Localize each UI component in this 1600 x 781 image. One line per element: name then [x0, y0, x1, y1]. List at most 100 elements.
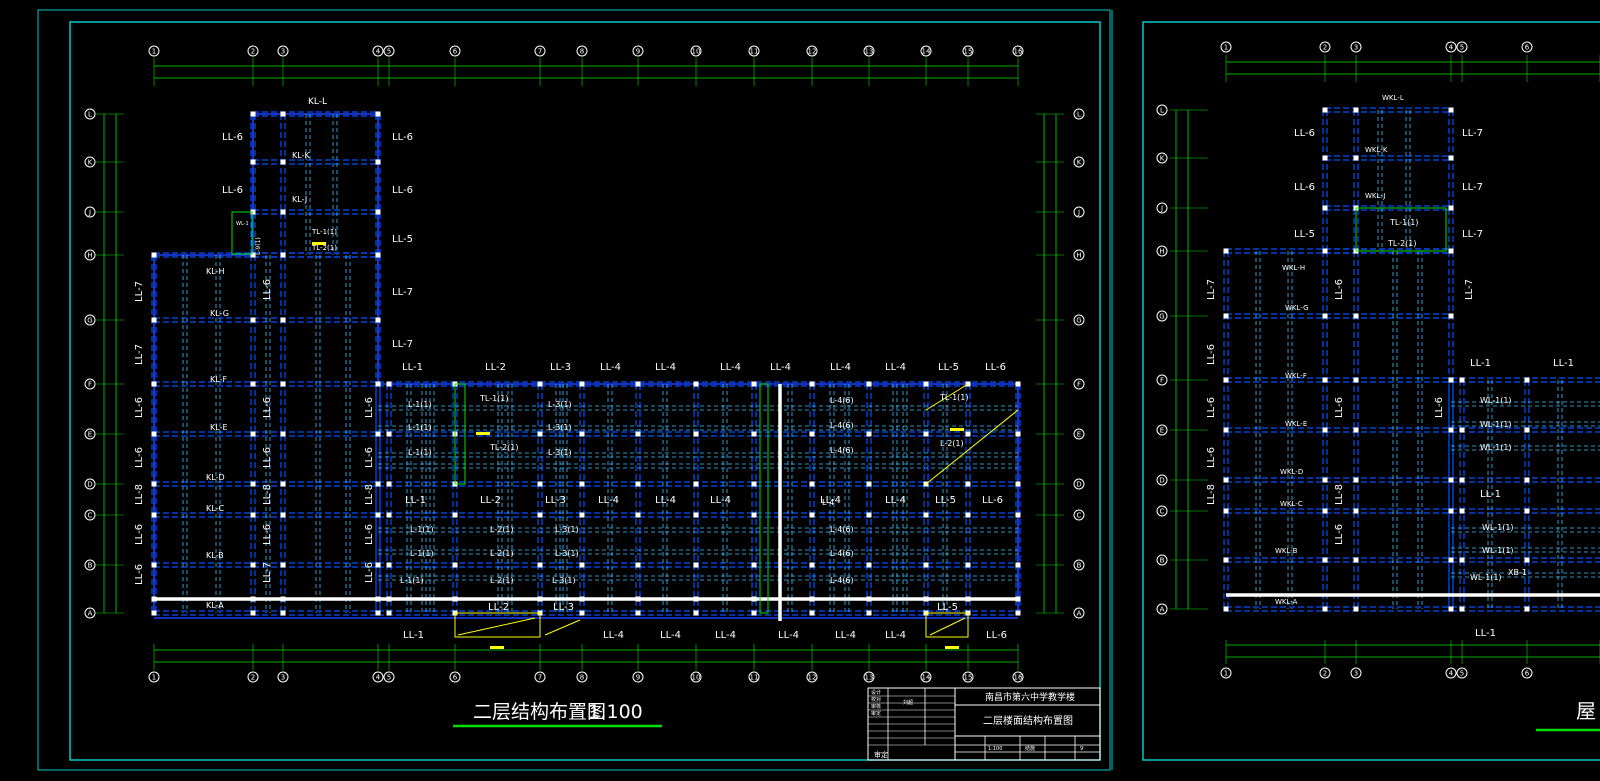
ll-side-label: LL-7: [262, 562, 273, 583]
ll-bottom-label: LL-3: [553, 602, 574, 613]
column: [386, 562, 392, 568]
beam-label: L-1(1): [408, 423, 432, 432]
ll-label: LL-6: [1206, 397, 1217, 418]
ll-top-label: LL-2: [485, 362, 506, 373]
column: [1223, 606, 1229, 612]
axis-bubble-bottom-label: 13: [865, 674, 874, 682]
column: [693, 596, 699, 602]
wkl-label: WKL-H: [1282, 264, 1305, 272]
axis-bubble-bottom-label: 14: [922, 674, 931, 682]
column: [635, 610, 641, 616]
column: [923, 562, 929, 568]
axis-bubble-bottom-label: 5: [1460, 670, 1464, 678]
ll-side-label: LL-6: [392, 132, 413, 143]
column: [635, 512, 641, 518]
column: [1448, 107, 1454, 113]
ll-side-label: LL-6: [134, 524, 145, 545]
beam-label: TL-2(1): [311, 244, 337, 252]
ll-label: LL-6: [1206, 447, 1217, 468]
ll-mid-label: LL-1: [405, 495, 426, 506]
axis-bubble-top-label: 12: [808, 48, 817, 56]
column: [280, 111, 286, 117]
column: [965, 512, 971, 518]
column: [375, 381, 381, 387]
axis-bubble-right-label: C: [1077, 512, 1082, 520]
column: [1322, 557, 1328, 563]
column: [537, 381, 543, 387]
column: [280, 481, 286, 487]
ll-side-label: LL-6: [364, 397, 375, 418]
right-sheet-inner-frame: [1142, 21, 1600, 761]
axis-bubble-top-label: 3: [1354, 44, 1358, 52]
column: [579, 596, 585, 602]
ll-label: LL-5: [1294, 229, 1315, 240]
column: [1353, 107, 1359, 113]
column: [1223, 248, 1229, 254]
wl-label: WL-1(1): [1482, 546, 1514, 555]
title-block-footer: 审定: [874, 750, 888, 759]
column: [751, 512, 757, 518]
column: [375, 159, 381, 165]
axis-bubble-bottom-label: 16: [1014, 674, 1023, 682]
beam-label-kl: KL-F: [210, 375, 227, 384]
right-grid-and-beams: [1223, 107, 1600, 612]
column: [579, 562, 585, 568]
column: [1322, 606, 1328, 612]
axis-bubble-bottom-label: 3: [281, 674, 285, 682]
column: [375, 610, 381, 616]
ll-label: LL-8: [1206, 484, 1217, 505]
axis-bubble-left-label: B: [88, 562, 93, 570]
column: [1448, 477, 1454, 483]
beam-label: WL-1: [236, 221, 249, 227]
axis-bubble-bottom-label: 2: [251, 674, 255, 682]
column: [693, 381, 699, 387]
column: [250, 111, 256, 117]
column: [693, 512, 699, 518]
column: [1448, 557, 1454, 563]
beam-label: L-4: [822, 498, 834, 507]
ll-side-label: LL-7: [134, 281, 145, 302]
beam-label-kl: KL-G: [210, 309, 229, 318]
column: [1322, 377, 1328, 383]
column: [375, 317, 381, 323]
ll-bottom-label: LL-1: [403, 630, 424, 641]
axis-bubble-top-label: 4: [1449, 44, 1454, 52]
ll-bottom-label: LL-2: [488, 602, 509, 613]
axis-bubble-bottom-label: 4: [376, 674, 381, 682]
column: [1448, 377, 1454, 383]
cad-drawing-canvas[interactable]: 1122334455667788991010111112121313141415…: [0, 0, 1600, 781]
column: [151, 562, 157, 568]
column: [1448, 155, 1454, 161]
column: [635, 562, 641, 568]
note-mark: [490, 646, 504, 649]
column: [1322, 313, 1328, 319]
axis-bubble-left-label: K: [1160, 155, 1165, 163]
beam-label-kl: KL-J: [292, 195, 307, 204]
column: [537, 431, 543, 437]
column: [1448, 508, 1454, 514]
axis-bubble-top-label: 6: [1525, 44, 1530, 52]
axis-bubble-bottom-label: 15: [964, 674, 973, 682]
ll-label: LL-7: [1462, 182, 1483, 193]
column: [866, 562, 872, 568]
wl-label: WL-1(1): [1480, 396, 1512, 405]
column: [280, 512, 286, 518]
ll-label: LL-6: [1434, 397, 1445, 418]
ll-side-label: LL-6: [364, 562, 375, 583]
column: [1353, 377, 1359, 383]
column: [375, 512, 381, 518]
column: [250, 381, 256, 387]
axis-bubble-left-label: F: [88, 381, 92, 389]
beam-label: L-4(6): [830, 525, 854, 534]
column: [1322, 107, 1328, 113]
column: [809, 610, 815, 616]
beam-label-kl: KL-E: [210, 423, 228, 432]
axis-bubble-left-label: H: [87, 252, 92, 260]
ll-side-label: LL-6: [222, 132, 243, 143]
axis-bubble-left-label: D: [1159, 477, 1164, 485]
column: [1015, 562, 1021, 568]
axis-bubble-right-label: F: [1077, 381, 1081, 389]
axis-bubble-top-label: 10: [692, 48, 701, 56]
column: [923, 431, 929, 437]
ll-bottom-label: LL-4: [660, 630, 681, 641]
